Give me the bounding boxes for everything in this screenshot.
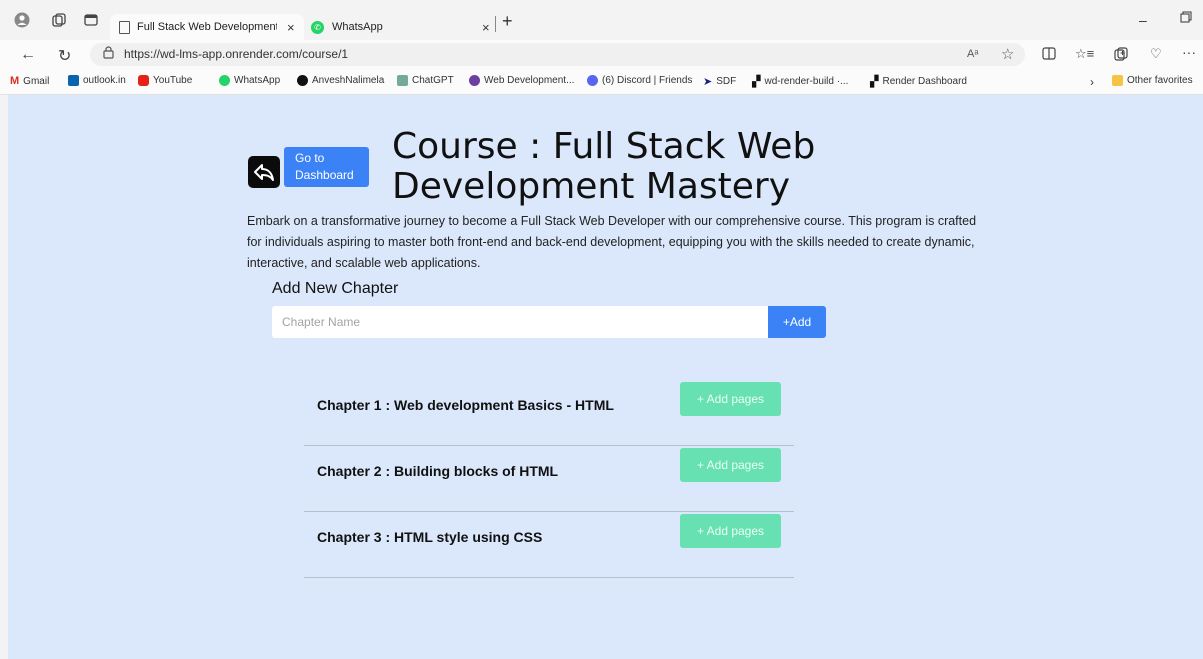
bookmark-youtube[interactable]: YouTube bbox=[138, 75, 192, 86]
page-icon bbox=[119, 20, 130, 34]
tab-divider bbox=[495, 16, 496, 32]
youtube-icon bbox=[138, 75, 149, 86]
bookmark-whatsapp[interactable]: WhatsApp bbox=[219, 75, 280, 86]
page-title: Course : Full Stack Web Development Mast… bbox=[392, 126, 816, 207]
bookmark-github[interactable]: AnveshNalimela bbox=[297, 75, 384, 86]
back-arrow-icon[interactable]: ← bbox=[20, 46, 36, 64]
more-menu-icon[interactable]: ··· bbox=[1182, 44, 1196, 60]
refresh-icon[interactable]: ↻ bbox=[58, 46, 71, 66]
bookmark-label: Gmail bbox=[23, 75, 50, 87]
bookmark-label: wd-render-build ·... bbox=[764, 76, 849, 87]
chapter-name: Chapter 2 : Building blocks of HTML bbox=[317, 463, 559, 479]
split-screen-icon[interactable] bbox=[1042, 47, 1056, 65]
add-pages-button[interactable]: + Add pages bbox=[680, 448, 781, 482]
profile-icon[interactable] bbox=[11, 9, 33, 31]
bookmark-outlook[interactable]: outlook.in bbox=[68, 75, 126, 86]
folder-icon bbox=[1112, 75, 1123, 86]
favorite-star-icon[interactable]: ☆ bbox=[1001, 45, 1014, 63]
bookmark-other-favorites[interactable]: Other favorites bbox=[1112, 75, 1193, 86]
read-aloud-icon[interactable]: Aᵃ bbox=[967, 48, 978, 60]
bookmark-discord[interactable]: (6) Discord | Friends bbox=[587, 75, 692, 86]
bookmark-chatgpt[interactable]: ChatGPT bbox=[397, 75, 454, 86]
back-arrow-icon[interactable] bbox=[248, 156, 280, 188]
chapter-row: Chapter 2 : Building blocks of HTML + Ad… bbox=[304, 445, 794, 512]
close-tab-icon[interactable]: × bbox=[482, 20, 490, 35]
bookmark-label: Web Development... bbox=[484, 75, 575, 86]
chevron-right-icon: › bbox=[1090, 75, 1094, 89]
bookmark-label: AnveshNalimela bbox=[312, 75, 385, 86]
add-pages-button[interactable]: + Add pages bbox=[680, 382, 781, 416]
browser-tab-bar: Full Stack Web Development Ma × ✆ WhatsA… bbox=[0, 0, 1203, 40]
course-description: Embark on a transformative journey to be… bbox=[247, 214, 977, 270]
bookmark-label: (6) Discord | Friends bbox=[602, 75, 693, 86]
collections-icon[interactable] bbox=[1114, 47, 1128, 66]
eye-icon bbox=[469, 75, 480, 86]
bookmark-web-development[interactable]: Web Development... bbox=[469, 75, 574, 86]
minimize-button[interactable]: – bbox=[1139, 12, 1147, 28]
add-chapter-heading: Add New Chapter bbox=[272, 280, 399, 297]
chapter-name-input[interactable] bbox=[272, 306, 769, 338]
favorites-icon[interactable]: ☆≡ bbox=[1075, 46, 1094, 62]
whatsapp-icon: ✆ bbox=[311, 20, 324, 34]
address-bar-row: ← ↻ https://wd-lms-app.onrender.com/cour… bbox=[0, 40, 1203, 69]
render-icon: ▞ bbox=[752, 76, 761, 88]
bookmark-label: Other favorites bbox=[1127, 75, 1193, 86]
bookmark-gmail[interactable]: M Gmail bbox=[10, 75, 49, 87]
github-icon bbox=[297, 75, 308, 86]
render-icon: ▞ bbox=[870, 76, 879, 88]
bookmarks-overflow-chevron[interactable]: › bbox=[1090, 75, 1094, 89]
restore-button[interactable] bbox=[1180, 10, 1192, 28]
browser-essentials-icon[interactable]: ♡ bbox=[1150, 46, 1162, 62]
bookmark-render-dashboard[interactable]: ▞ Render Dashboard bbox=[870, 75, 967, 88]
close-tab-icon[interactable]: × bbox=[287, 20, 295, 35]
bookmark-label: YouTube bbox=[153, 75, 193, 86]
discord-icon bbox=[587, 75, 598, 86]
bookmark-sdf[interactable]: ➤ SDF bbox=[703, 75, 736, 88]
tab-whatsapp[interactable]: ✆ WhatsApp × bbox=[306, 14, 500, 40]
url-text: https://wd-lms-app.onrender.com/course/1 bbox=[124, 47, 349, 61]
chapter-row: Chapter 3 : HTML style using CSS + Add p… bbox=[304, 511, 794, 578]
bookmark-label: outlook.in bbox=[83, 75, 126, 86]
tab-course[interactable]: Full Stack Web Development Ma × bbox=[110, 14, 304, 40]
add-chapter-button[interactable]: +Add bbox=[768, 306, 826, 338]
whatsapp-icon bbox=[219, 75, 230, 86]
outlook-icon bbox=[68, 75, 79, 86]
bird-icon: ➤ bbox=[703, 76, 713, 88]
bookmark-label: SDF bbox=[716, 76, 737, 87]
page-content: Go to Dashboard Course : Full Stack Web … bbox=[8, 95, 1203, 659]
tab-title: WhatsApp bbox=[332, 21, 383, 33]
collections-icon[interactable] bbox=[48, 9, 70, 31]
gmail-icon: M bbox=[10, 75, 20, 87]
bookmark-label: WhatsApp bbox=[234, 75, 281, 86]
bookmark-label: Render Dashboard bbox=[882, 76, 967, 87]
tab-actions-icon[interactable] bbox=[80, 9, 102, 31]
bookmark-label: ChatGPT bbox=[412, 75, 454, 86]
tab-title: Full Stack Web Development Ma bbox=[137, 21, 277, 33]
new-tab-button[interactable]: + bbox=[502, 11, 513, 32]
go-to-dashboard-button[interactable]: Go to Dashboard bbox=[284, 147, 369, 187]
add-pages-button[interactable]: + Add pages bbox=[680, 514, 781, 548]
chapter-name: Chapter 3 : HTML style using CSS bbox=[317, 529, 543, 545]
chatgpt-icon bbox=[397, 75, 408, 86]
chapter-row: Chapter 1 : Web development Basics - HTM… bbox=[304, 379, 794, 446]
lock-icon[interactable] bbox=[103, 46, 114, 64]
bookmarks-bar: M Gmail outlook.in YouTube WhatsApp Anve… bbox=[0, 69, 1203, 95]
bookmark-wd-render-build[interactable]: ▞ wd-render-build ·... bbox=[752, 75, 848, 88]
chapter-name: Chapter 1 : Web development Basics - HTM… bbox=[317, 397, 614, 413]
